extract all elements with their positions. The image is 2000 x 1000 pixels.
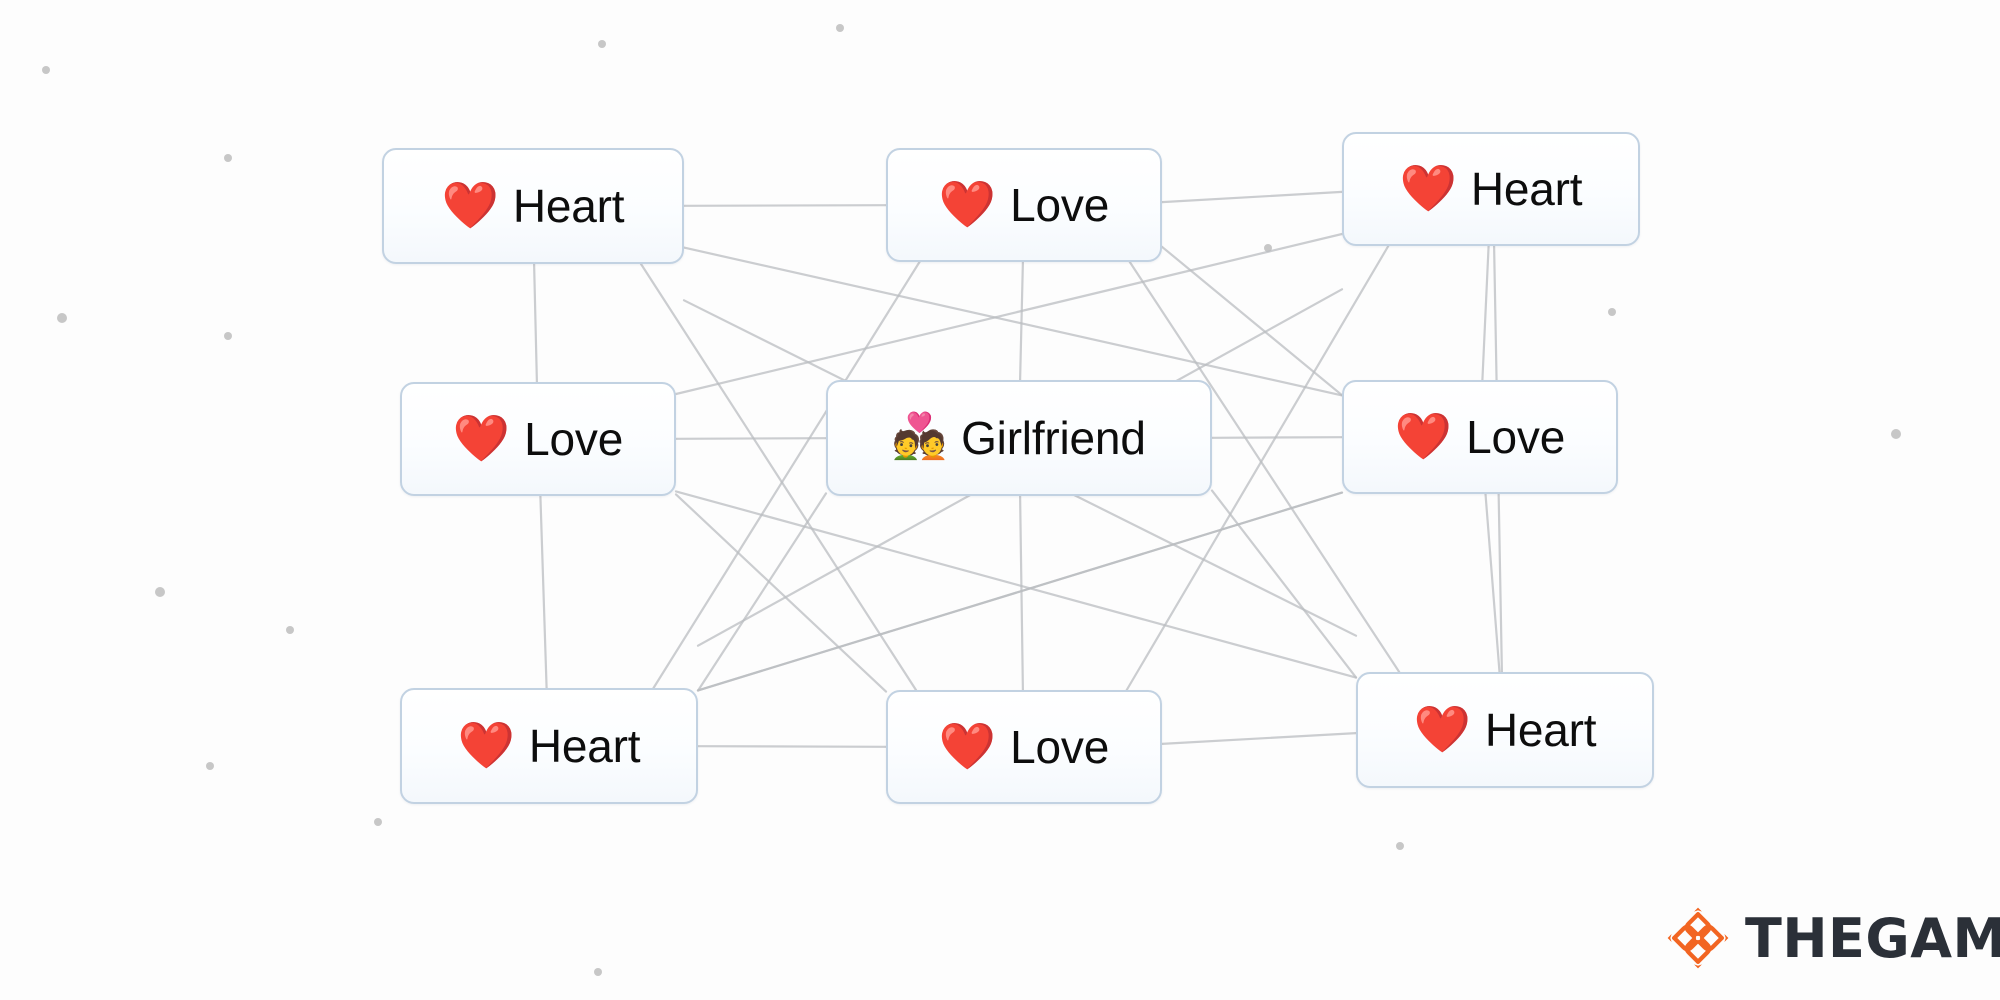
element-card-heart-top-left[interactable]: ❤️ Heart	[382, 148, 684, 264]
couple-with-heart-emoji: 💑	[892, 412, 948, 461]
element-card-love-mid-right[interactable]: ❤️ Love	[1342, 380, 1618, 494]
element-card-label: Heart	[1484, 704, 1597, 756]
element-card-label: Love	[1010, 179, 1110, 231]
element-card-label: Heart	[528, 720, 641, 772]
red-heart-emoji: ❤️	[938, 178, 997, 230]
element-card-love-bottom-center[interactable]: ❤️ Love	[886, 690, 1162, 804]
element-card-girlfriend-mid-center[interactable]: 💑 Girlfriend	[826, 380, 1212, 496]
red-heart-emoji: ❤️	[457, 719, 515, 771]
element-card-label: Love	[1466, 411, 1566, 463]
element-card-heart-bottom-right[interactable]: ❤️ Heart	[1356, 672, 1654, 788]
element-card-heart-top-right[interactable]: ❤️ Heart	[1342, 132, 1640, 246]
element-card-label: Love	[1010, 721, 1110, 773]
red-heart-emoji: ❤️	[1394, 410, 1453, 462]
infinite-craft-canvas[interactable]: ❤️ Heart ❤️ Love ❤️ Heart ❤️ Love 💑 Girlfriend ❤️ L…	[0, 0, 2000, 1000]
red-heart-emoji: ❤️	[441, 179, 499, 231]
element-card-label: Heart	[1470, 163, 1583, 215]
thegamer-wordmark: THEGAMER	[1745, 906, 2000, 970]
element-card-label: Girlfriend	[961, 412, 1146, 464]
element-card-label: Love	[524, 413, 624, 465]
red-heart-emoji: ❤️	[1413, 703, 1471, 755]
thegamer-watermark: THEGAMER	[1665, 905, 2000, 971]
red-heart-emoji: ❤️	[452, 412, 511, 464]
red-heart-emoji: ❤️	[1399, 162, 1457, 214]
element-card-love-mid-left[interactable]: ❤️ Love	[400, 382, 676, 496]
element-card-love-top-center[interactable]: ❤️ Love	[886, 148, 1162, 262]
red-heart-emoji: ❤️	[938, 720, 997, 772]
element-cards: ❤️ Heart ❤️ Love ❤️ Heart ❤️ Love 💑 Girlfriend ❤️ L…	[0, 0, 2000, 1000]
element-card-label: Heart	[512, 180, 625, 232]
thegamer-diamond-logo-icon	[1667, 907, 1729, 969]
element-card-heart-bottom-left[interactable]: ❤️ Heart	[400, 688, 698, 804]
